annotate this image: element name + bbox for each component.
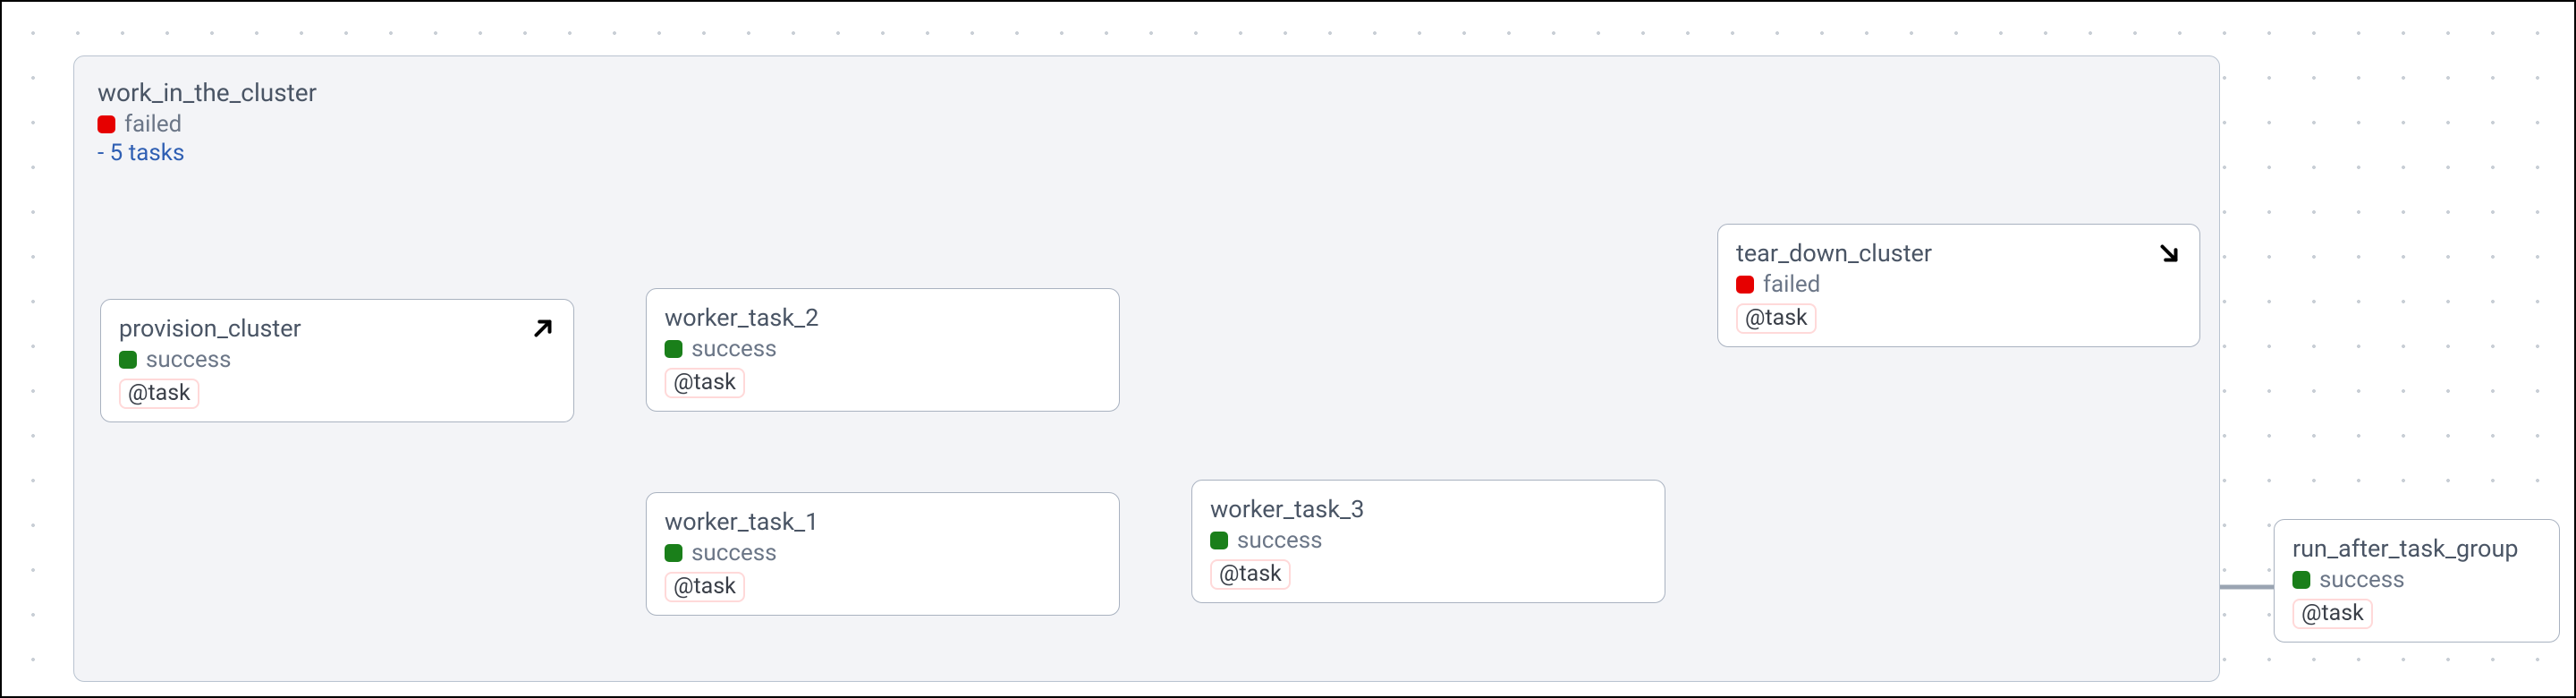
node-title: worker_task_2 (665, 303, 1101, 332)
node-status-line: failed (1736, 271, 2182, 298)
node-decorator-tag: @task (2292, 599, 2373, 629)
node-title: provision_cluster (119, 314, 555, 343)
node-status-text: success (2319, 566, 2405, 593)
arrow-up-right-icon (529, 314, 557, 343)
task-group-status-line: failed (97, 111, 2196, 138)
node-decorator-tag: @task (665, 368, 745, 398)
node-worker-task-1[interactable]: worker_task_1 success @task (646, 492, 1120, 616)
node-worker-task-3[interactable]: worker_task_3 success @task (1191, 480, 1665, 603)
node-status-text: success (1237, 527, 1323, 554)
node-title: worker_task_3 (1210, 495, 1647, 524)
node-decorator-tag: @task (119, 379, 199, 409)
canvas-frame: work_in_the_cluster failed - 5 tasks pro… (0, 0, 2576, 698)
node-worker-task-2[interactable]: worker_task_2 success @task (646, 288, 1120, 412)
node-provision-cluster[interactable]: provision_cluster success @task (100, 299, 574, 422)
node-status-line: success (2292, 566, 2541, 593)
node-status-line: success (665, 336, 1101, 362)
node-run-after-task-group[interactable]: run_after_task_group success @task (2274, 519, 2560, 643)
status-chip-success (665, 340, 682, 358)
node-status-text: success (146, 346, 232, 373)
node-tear-down-cluster[interactable]: tear_down_cluster failed @task (1717, 224, 2200, 347)
node-status-line: success (119, 346, 555, 373)
node-status-line: success (665, 540, 1101, 566)
status-chip-failed (97, 115, 115, 133)
status-chip-failed (1736, 276, 1754, 294)
status-chip-success (665, 544, 682, 562)
status-chip-success (1210, 532, 1228, 549)
status-chip-success (2292, 571, 2310, 589)
node-decorator-tag: @task (1210, 559, 1291, 590)
node-status-text: success (691, 336, 777, 362)
node-status-line: success (1210, 527, 1647, 554)
task-group-title: work_in_the_cluster (97, 78, 2196, 107)
node-decorator-tag: @task (665, 572, 745, 602)
node-title: worker_task_1 (665, 507, 1101, 536)
task-group-status-text: failed (124, 111, 182, 138)
task-group-task-count[interactable]: - 5 tasks (97, 140, 2196, 166)
status-chip-success (119, 351, 137, 369)
node-decorator-tag: @task (1736, 303, 1817, 334)
node-status-text: failed (1763, 271, 1820, 298)
node-title: tear_down_cluster (1736, 239, 2182, 268)
node-title: run_after_task_group (2292, 534, 2541, 563)
arrow-down-right-icon (2155, 239, 2183, 268)
node-status-text: success (691, 540, 777, 566)
